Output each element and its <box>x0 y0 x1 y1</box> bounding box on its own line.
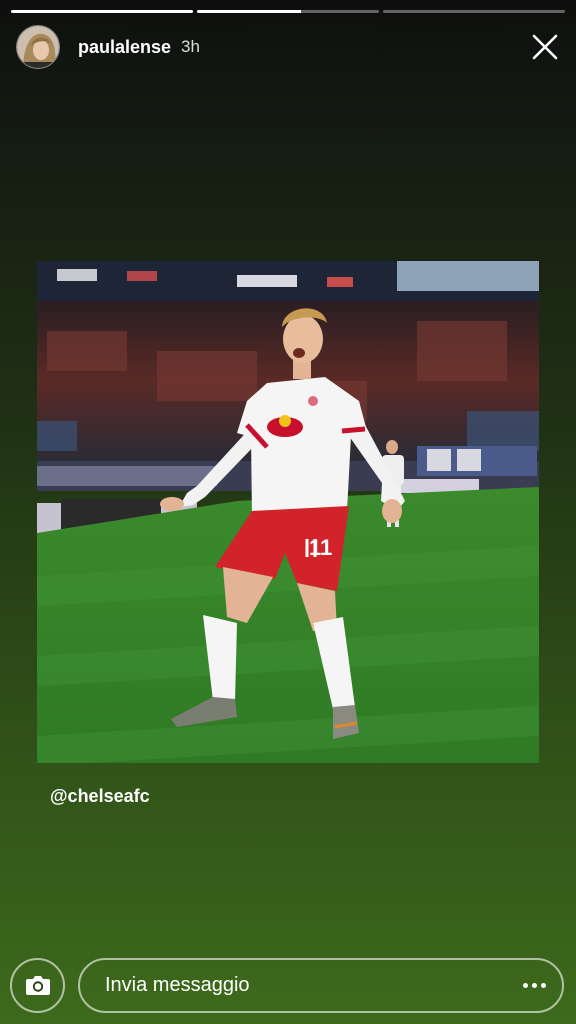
mention-link[interactable]: @chelseafc <box>50 786 150 807</box>
story-segment-3 <box>383 10 565 13</box>
segment-fill <box>197 10 301 13</box>
camera-icon <box>25 976 50 995</box>
message-input[interactable]: Invia messaggio <box>78 957 564 1013</box>
timestamp: 3h <box>181 37 200 56</box>
reply-bar: Invia messaggio <box>10 957 564 1013</box>
camera-button[interactable] <box>10 957 65 1013</box>
close-icon[interactable] <box>532 34 558 60</box>
story-segment-1 <box>11 10 193 13</box>
story-photo: 11 <box>37 261 539 763</box>
segment-fill <box>11 10 193 13</box>
story-progress-bar <box>11 10 565 13</box>
avatar-image <box>17 26 59 68</box>
story-segment-2 <box>197 10 379 13</box>
more-horizontal-icon[interactable] <box>523 982 546 988</box>
jersey-number: 11 <box>309 535 332 560</box>
story-header: paulalense 3h <box>16 24 560 70</box>
username[interactable]: paulalense <box>78 37 171 58</box>
message-placeholder: Invia messaggio <box>105 973 250 996</box>
avatar[interactable] <box>16 25 60 69</box>
